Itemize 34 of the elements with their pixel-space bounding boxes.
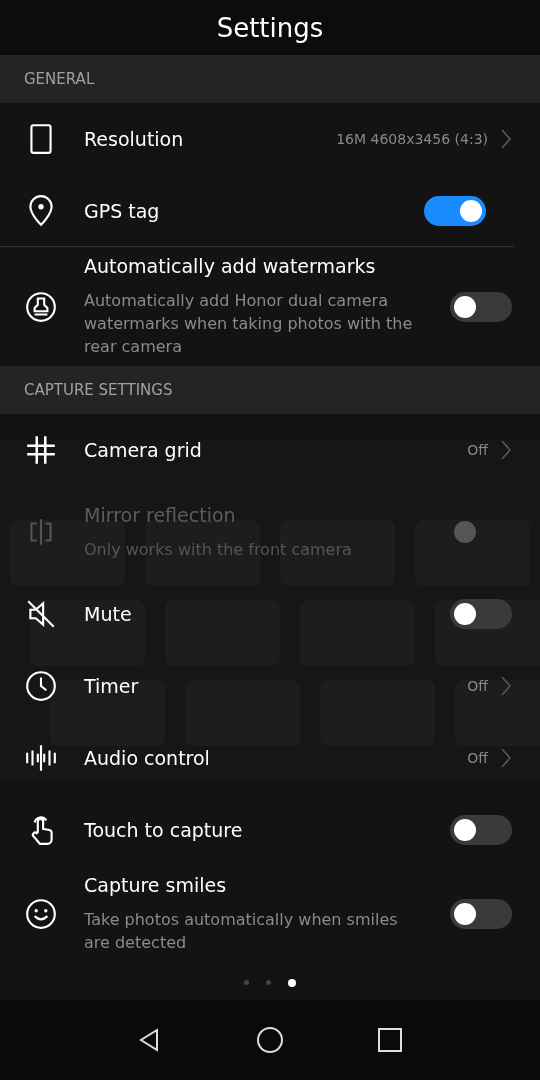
smiley-icon <box>24 897 58 931</box>
setting-label[interactable]: GPS tag <box>84 199 412 222</box>
setting-label[interactable]: Audio control <box>84 747 468 769</box>
grid-icon <box>24 433 58 467</box>
section-header: GENERAL <box>24 70 95 88</box>
chevron-right-icon <box>500 747 512 769</box>
stamp-icon <box>24 289 58 324</box>
setting-label[interactable]: Mute <box>84 603 438 625</box>
setting-value: Off <box>467 750 488 766</box>
setting-label[interactable]: Capture smiles <box>84 874 438 896</box>
toggle-switch[interactable] <box>450 599 512 629</box>
chevron-right-icon <box>500 439 512 461</box>
screen-title: Settings <box>216 12 324 43</box>
toggle-switch[interactable] <box>450 815 512 845</box>
toggle-switch[interactable] <box>450 899 512 929</box>
clock-icon <box>24 669 58 703</box>
section-header: CAPTURE SETTINGS <box>24 381 173 399</box>
setting-value: Off <box>467 678 488 694</box>
setting-label[interactable]: Automatically add watermarks <box>84 255 438 277</box>
toggle-switch[interactable] <box>424 195 486 226</box>
home-button[interactable] <box>255 1025 285 1055</box>
setting-label[interactable]: Touch to capture <box>84 819 438 841</box>
setting-label[interactable]: Camera grid <box>84 439 468 461</box>
chevron-right-icon <box>500 675 512 697</box>
setting-description: Only works with the front camera <box>84 538 353 561</box>
setting-value: Off <box>467 442 488 458</box>
setting-label[interactable]: Resolution <box>84 128 337 150</box>
toggle-switch[interactable] <box>450 291 512 322</box>
setting-description: Take photos automatically when smiles are detected <box>84 909 399 954</box>
setting-description: Automatically add Honor dual camera watermarks when taking photos with the rear camera <box>84 290 414 358</box>
setting-value: 16M 4608x3456 (4:3) <box>336 131 488 147</box>
setting-label[interactable]: Timer <box>84 675 468 697</box>
recent-apps-button[interactable] <box>375 1025 405 1055</box>
chevron-right-icon <box>500 128 512 150</box>
